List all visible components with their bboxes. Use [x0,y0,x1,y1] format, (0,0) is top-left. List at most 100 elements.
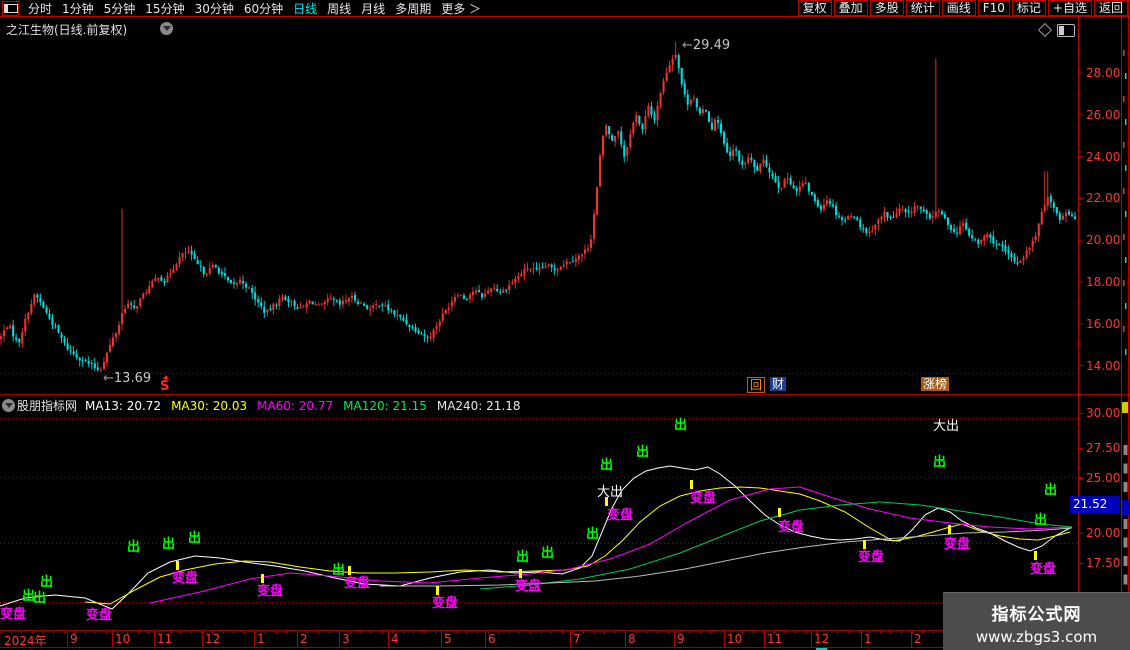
main-axis-label: 18.00 [1086,275,1120,289]
axis-tick [848,631,849,634]
month-label: 2 [300,632,308,646]
axis-tick [710,631,711,634]
axis-tick [180,631,181,634]
month-separator [154,631,155,647]
signal-dash-marker [348,566,351,575]
month-separator [297,631,298,647]
month-label: 4 [391,632,399,646]
axis-tick [784,631,785,634]
signal-chu-marker: 出 [1044,484,1057,497]
month-label: 11 [157,632,172,646]
signal-dash-marker [605,497,608,506]
axis-tick [721,631,722,634]
signal-dash-marker [261,574,264,583]
axis-tick [371,631,372,634]
axis-tick [551,631,552,634]
signal-bianpan-marker: 变盘 [86,609,112,622]
month-label: 12 [814,632,829,646]
signal-chu-marker: 出 [127,541,140,554]
month-label: 10 [727,632,742,646]
month-separator [388,631,389,647]
axis-tick [53,631,54,634]
axis-tick [350,631,351,634]
signal-dash-marker [436,586,439,595]
axis-tick [85,631,86,634]
axis-tick [541,631,542,634]
indicator-axis-label: 17.50 [1086,556,1120,570]
axis-tick [519,631,520,634]
axis-tick [148,631,149,634]
month-label: 10 [115,632,130,646]
signal-bianpan-marker: 变盘 [1030,563,1056,576]
axis-tick [901,631,902,634]
signal-chu-marker: 出 [541,547,554,560]
watermark-title: 指标公式网 [943,600,1130,625]
main-axis-label: 28.00 [1086,66,1120,80]
signal-bianpan-marker: 变盘 [607,509,633,522]
axis-tick [530,631,531,634]
axis-tick [435,631,436,634]
main-axis-label: 14.00 [1086,359,1120,373]
signal-chu-marker: 出 [586,528,599,541]
axis-tick [233,631,234,634]
month-label: 6 [488,632,496,646]
watermark-url: www.zbgs3.com [943,628,1130,646]
signal-bianpan-marker: 变盘 [172,572,198,585]
month-separator [911,631,912,647]
axis-tick [276,631,277,634]
month-separator [339,631,340,647]
axis-tick [700,631,701,634]
indicator-axis-label: 30.00 [1086,406,1120,420]
signal-bianpan-marker: 变盘 [690,492,716,505]
signal-chu-marker: 出 [162,538,175,551]
month-separator [485,631,486,647]
signal-bianpan-marker: 变盘 [257,585,283,598]
signal-dash-marker [863,540,866,549]
indicator-axis-label: 25.00 [1086,471,1120,485]
axis-tick [456,631,457,634]
month-separator [570,631,571,647]
month-label: 9 [677,632,685,646]
axis-tick [837,631,838,634]
signal-chu-marker: 出 [40,576,53,589]
month-label: 2024年 [4,632,47,649]
month-label: 1 [257,632,265,646]
axis-tick [498,631,499,634]
month-label: 3 [342,632,350,646]
month-separator [861,631,862,647]
axis-tick [795,631,796,634]
main-axis-label: 16.00 [1086,317,1120,331]
main-axis-label: 24.00 [1086,150,1120,164]
main-axis-label: 26.00 [1086,108,1120,122]
axis-tick [806,631,807,634]
axis-tick [244,631,245,634]
axis-tick [583,631,584,634]
signal-bianpan-marker: 变盘 [0,608,26,621]
month-label: 11 [767,632,782,646]
month-separator [441,631,442,647]
axis-tick [382,631,383,634]
signal-bianpan-marker: 变盘 [778,521,804,534]
signal-chu-marker: 出 [188,532,201,545]
signal-chu-marker: 出 [600,459,613,472]
axis-tick [647,631,648,634]
month-separator [67,631,68,647]
axis-tick [360,631,361,634]
main-axis-label: 20.00 [1086,233,1120,247]
axis-tick [594,631,595,634]
axis-tick [191,631,192,634]
axis-tick [286,631,287,634]
axis-tick [477,631,478,634]
month-label: 5 [444,632,452,646]
axis-tick [413,631,414,634]
month-separator [764,631,765,647]
indicator-axis-label: 27.50 [1086,441,1120,455]
month-separator [254,631,255,647]
month-label: 7 [573,632,581,646]
signal-dash-marker [1034,551,1037,560]
signal-chu-marker: 出 [33,592,46,605]
axis-tick [509,631,510,634]
signal-dash-marker [948,525,951,534]
axis-tick [562,631,563,634]
signal-chu-marker: 出 [674,419,687,432]
